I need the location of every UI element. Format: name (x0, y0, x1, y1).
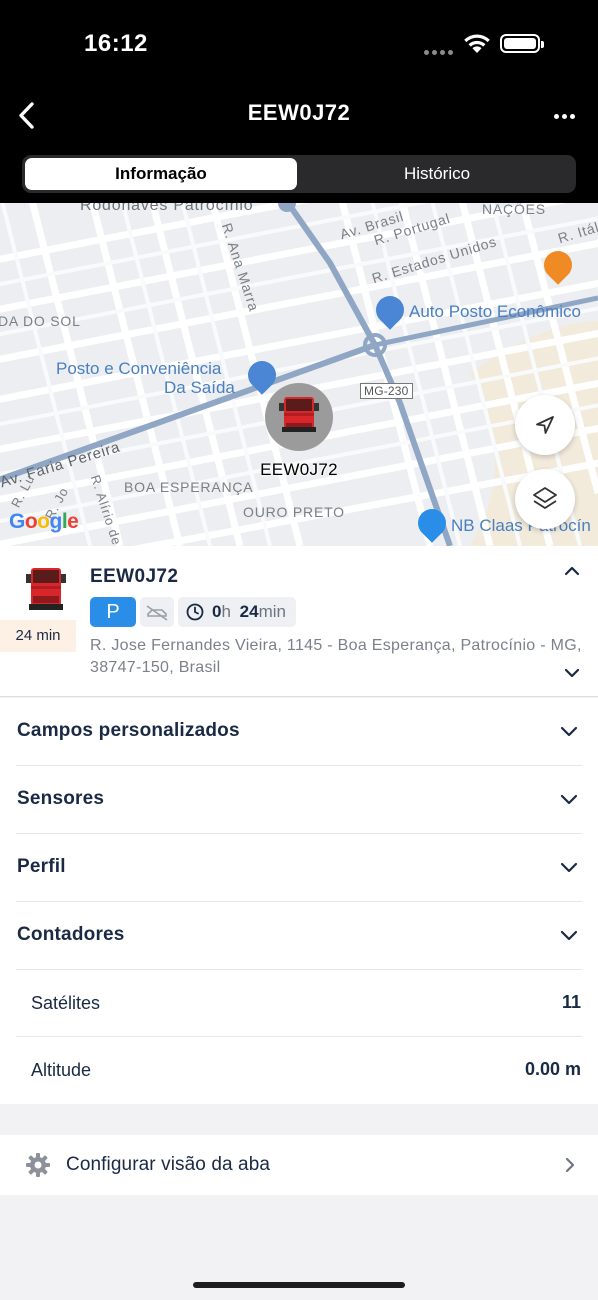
section-title: Contadores (17, 924, 125, 945)
section-title: Campos personalizados (17, 720, 240, 741)
ignition-off-badge (140, 597, 174, 627)
chevron-down-icon (560, 862, 578, 873)
info-sections: Campos personalizados Sensores Perfil Co… (0, 698, 598, 1104)
tab-segmented-control: Informação Histórico (22, 155, 576, 193)
map-label: DA DO SOL (0, 313, 81, 329)
counter-value: 0.00 m (524, 1059, 581, 1079)
minutes-unit: min (258, 602, 286, 621)
chevron-down-icon (560, 726, 578, 737)
chevron-down-icon[interactable] (562, 666, 582, 680)
road-shield: MG-230 (360, 383, 413, 399)
parked-status-badge: P (90, 597, 136, 627)
tab-informacao[interactable]: Informação (25, 158, 297, 190)
stopped-minutes: 24 (239, 602, 259, 621)
map-label: NAÇÕES (482, 203, 546, 217)
configure-tab-view-label: Configurar visão da aba (66, 1154, 271, 1175)
battery-icon (500, 34, 544, 53)
section-title: Perfil (17, 856, 66, 877)
home-indicator[interactable] (193, 1282, 405, 1288)
chevron-right-icon (565, 1157, 575, 1173)
stopped-time-badge: 0h 24min (178, 597, 296, 627)
top-bar: 16:12 EEW0J72 Informação Histórico (0, 0, 598, 203)
section-title: Sensores (17, 788, 105, 809)
clock-icon (186, 603, 204, 621)
page-title: EEW0J72 (247, 100, 351, 125)
poi-label: Auto Posto Econômico (409, 302, 581, 321)
vehicle-summary-card[interactable]: 24 min EEW0J72 P 0h 24min R. Jose Fernan… (0, 546, 598, 697)
truck-icon (26, 568, 66, 610)
poi-label: Da Saída (164, 378, 235, 397)
gear-icon (26, 1153, 50, 1177)
chevron-down-icon (560, 794, 578, 805)
map-view[interactable]: Rodonaves Patrocínio Av. Brasil R. Portu… (0, 203, 598, 546)
configure-tab-view-row[interactable]: Configurar visão da aba (0, 1135, 598, 1195)
map-label: BOA ESPERANÇA (124, 479, 254, 495)
vehicle-name: EEW0J72 (90, 566, 179, 587)
poi-label: Posto e Conveniência (56, 359, 222, 378)
locate-button[interactable] (515, 395, 575, 455)
map-label: Rodonaves Patrocínio (80, 203, 254, 214)
more-options-icon[interactable] (548, 104, 580, 128)
chevron-up-icon[interactable] (562, 564, 582, 578)
status-time: 16:12 (84, 30, 148, 57)
chevron-down-icon (560, 930, 578, 941)
vehicle-address: R. Jose Fernandes Vieira, 1145 - Boa Esp… (90, 637, 582, 676)
layers-icon (533, 487, 557, 509)
section-sensores[interactable]: Sensores (16, 766, 582, 834)
map-label: OURO PRETO (243, 504, 345, 520)
ignition-off-icon (146, 605, 168, 621)
section-contadores[interactable]: Contadores (16, 902, 582, 970)
counter-label: Altitude (31, 1060, 92, 1080)
section-campos-personalizados[interactable]: Campos personalizados (16, 698, 582, 766)
truck-icon (279, 397, 319, 432)
map-layers-button[interactable] (515, 469, 575, 529)
wifi-icon (464, 34, 490, 53)
counter-row-altitude: Altitude 0.00 m (16, 1037, 582, 1104)
navigation-arrow-icon (536, 416, 554, 434)
hours-unit: h (221, 602, 231, 621)
counter-label: Satélites (31, 993, 101, 1013)
counter-value: 11 (561, 992, 581, 1012)
duration-badge: 24 min (0, 620, 76, 652)
counter-row-satelites: Satélites 11 (16, 970, 582, 1037)
tab-historico[interactable]: Histórico (301, 158, 573, 190)
vehicle-marker-label: EEW0J72 (260, 460, 338, 479)
vehicle-marker[interactable] (265, 383, 333, 451)
cellular-signal-icon (424, 42, 456, 60)
status-bar: 16:12 (0, 0, 598, 86)
google-logo: Google (9, 510, 79, 533)
section-perfil[interactable]: Perfil (16, 834, 582, 902)
